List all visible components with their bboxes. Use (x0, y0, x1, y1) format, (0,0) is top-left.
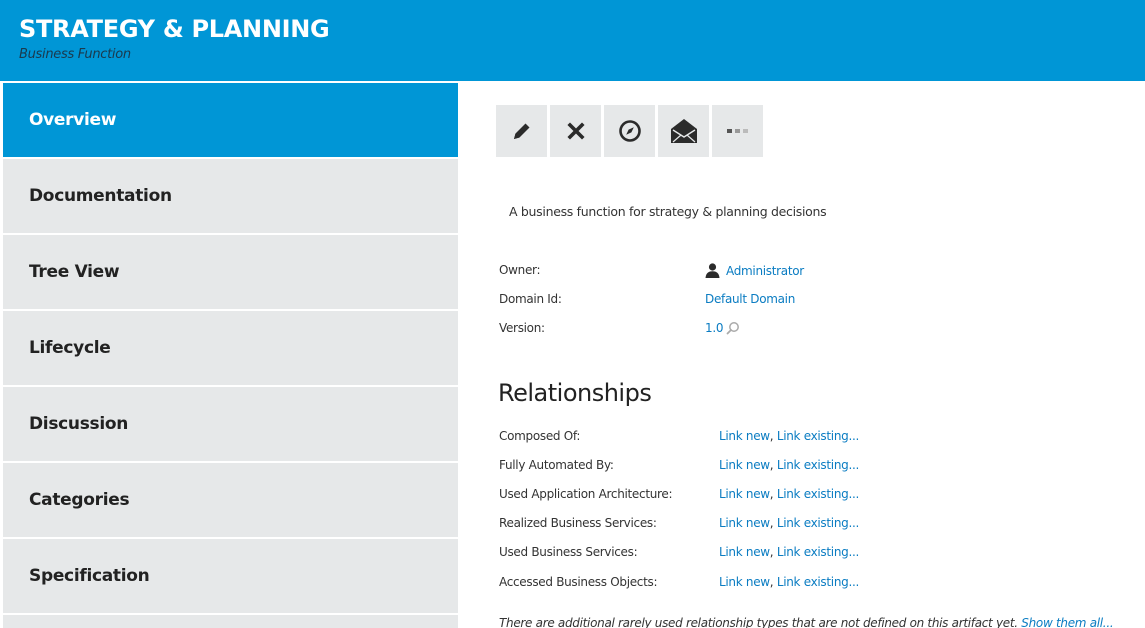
link-separator: , (769, 575, 777, 589)
link-new-link[interactable]: Link new (719, 545, 770, 559)
sidebar-item-label: Overview (29, 110, 117, 130)
relationship-links: Link new, Link existing... (719, 429, 859, 443)
compass-icon (618, 120, 641, 142)
more-button[interactable] (712, 105, 763, 157)
link-new-link[interactable]: Link new (719, 575, 770, 589)
page-title: STRATEGY & PLANNING (19, 15, 330, 43)
version-value: 1.0 (705, 321, 740, 335)
sidebar-item-discussion[interactable]: Discussion (3, 387, 458, 461)
relationship-label: Used Application Architecture: (499, 487, 673, 501)
link-separator: , (769, 545, 777, 559)
edit-button[interactable] (496, 105, 547, 157)
show-all-link[interactable]: Show them all... (1021, 616, 1113, 628)
page-subtitle: Business Function (19, 47, 131, 62)
link-new-link[interactable]: Link new (719, 516, 770, 530)
link-separator: , (769, 458, 777, 472)
relationship-label: Accessed Business Objects: (499, 575, 658, 589)
relationship-links: Link new, Link existing... (719, 545, 859, 559)
search-icon[interactable] (726, 321, 740, 335)
link-new-link[interactable]: Link new (719, 487, 770, 501)
link-existing-link[interactable]: Link existing... (777, 575, 859, 589)
mail-icon (670, 119, 697, 143)
user-icon (705, 263, 720, 278)
email-button[interactable] (658, 105, 709, 157)
sidebar-item-documentation[interactable]: Documentation (3, 159, 458, 233)
link-separator: , (769, 516, 777, 530)
relationship-label: Composed Of: (499, 429, 581, 443)
relationship-label: Fully Automated By: (499, 458, 614, 472)
additional-relationships-note: There are additional rarely used relatio… (499, 616, 1114, 628)
domain-link[interactable]: Default Domain (705, 292, 795, 306)
close-icon (566, 122, 585, 140)
sidebar-item-more[interactable] (3, 615, 458, 628)
owner-link[interactable]: Administrator (726, 264, 804, 278)
toolbar (496, 105, 766, 157)
page-header: STRATEGY & PLANNING Business Function (0, 0, 1145, 81)
relationship-label: Used Business Services: (499, 545, 638, 559)
sidebar-item-label: Documentation (29, 186, 172, 206)
delete-button[interactable] (550, 105, 601, 157)
sidebar-item-specification[interactable]: Specification (3, 539, 458, 613)
link-existing-link[interactable]: Link existing... (777, 545, 859, 559)
sidebar-item-overview[interactable]: Overview (3, 83, 458, 157)
relationship-label: Realized Business Services: (499, 516, 657, 530)
relationship-links: Link new, Link existing... (719, 575, 859, 589)
sidebar-item-lifecycle[interactable]: Lifecycle (3, 311, 458, 385)
sidebar-item-label: Categories (29, 490, 130, 510)
sidebar-item-categories[interactable]: Categories (3, 463, 458, 537)
relationship-links: Link new, Link existing... (719, 516, 859, 530)
link-existing-link[interactable]: Link existing... (777, 458, 859, 472)
domain-value: Default Domain (705, 292, 795, 306)
relationships-heading: Relationships (498, 379, 652, 407)
relationship-links: Link new, Link existing... (719, 458, 859, 472)
sidebar-item-label: Lifecycle (29, 338, 111, 358)
sidebar-item-label: Specification (29, 566, 150, 586)
more-icon (726, 129, 748, 133)
main-content: A business function for strategy & plann… (496, 83, 1145, 628)
sidebar-item-label: Tree View (29, 262, 120, 282)
link-existing-link[interactable]: Link existing... (777, 487, 859, 501)
relationship-links: Link new, Link existing... (719, 487, 859, 501)
link-new-link[interactable]: Link new (719, 429, 770, 443)
sidebar-item-tree-view[interactable]: Tree View (3, 235, 458, 309)
version-link[interactable]: 1.0 (705, 321, 723, 335)
link-existing-link[interactable]: Link existing... (777, 516, 859, 530)
link-existing-link[interactable]: Link existing... (777, 429, 859, 443)
artifact-description: A business function for strategy & plann… (509, 204, 827, 219)
note-text: There are additional rarely used relatio… (499, 616, 1022, 628)
sidebar: Overview Documentation Tree View Lifecyc… (0, 83, 458, 628)
link-separator: , (769, 429, 777, 443)
owner-label: Owner: (499, 263, 541, 277)
link-separator: , (769, 487, 777, 501)
edit-icon (513, 123, 529, 139)
version-label: Version: (499, 321, 545, 335)
domain-label: Domain Id: (499, 292, 562, 306)
navigate-button[interactable] (604, 105, 655, 157)
sidebar-item-label: Discussion (29, 414, 129, 434)
owner-value: Administrator (705, 263, 804, 278)
link-new-link[interactable]: Link new (719, 458, 770, 472)
